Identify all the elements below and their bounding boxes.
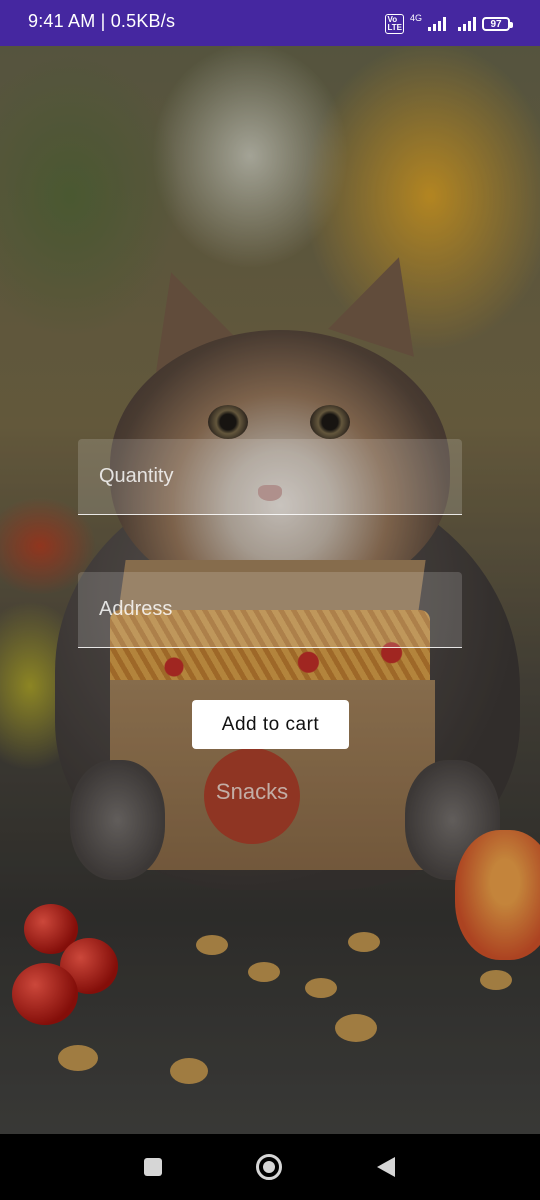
status-time: 9:41 AM | 0.5KB/s — [28, 11, 176, 31]
volte-icon: Vo LTE — [385, 14, 404, 34]
network-type: 4G — [409, 13, 422, 23]
circle-home-icon[interactable] — [256, 1154, 282, 1180]
signal-icon — [428, 17, 446, 31]
address-input[interactable] — [78, 572, 462, 647]
quantity-input[interactable] — [78, 439, 462, 514]
add-to-cart-button[interactable]: Add to cart — [192, 700, 349, 749]
square-recents-icon[interactable] — [144, 1158, 162, 1176]
status-icons: Vo LTE 4G 97 — [385, 13, 513, 34]
address-field[interactable] — [78, 572, 462, 648]
status-bar: 9:41 AM | 0.5KB/s Vo LTE 4G 97 — [0, 0, 540, 46]
battery-icon: 97 — [482, 17, 513, 31]
signal-icon-secondary — [458, 17, 476, 31]
triangle-back-icon[interactable] — [377, 1157, 395, 1177]
quantity-field[interactable] — [78, 439, 462, 515]
battery-level: 97 — [490, 18, 502, 30]
